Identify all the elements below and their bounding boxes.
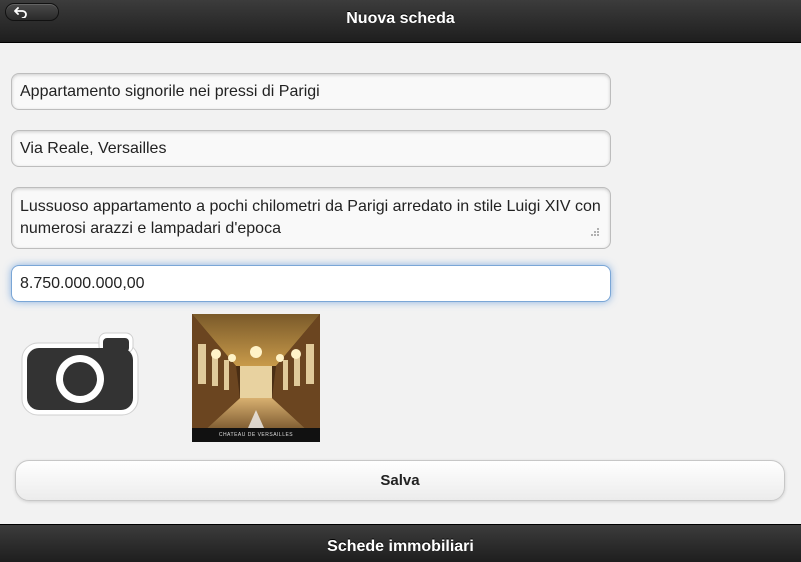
save-button[interactable]: Salva <box>15 460 785 501</box>
photo-caption: CHATEAU DE VERSAILLES <box>192 428 320 442</box>
page-title: Nuova scheda <box>346 10 455 27</box>
camera-icon <box>21 332 139 416</box>
camera-button[interactable] <box>19 330 141 418</box>
footer-bar: Schede immobiliari <box>0 524 801 562</box>
hall-of-mirrors-image <box>192 314 320 442</box>
header-bar: Nuova scheda <box>0 0 801 43</box>
footer-title: Schede immobiliari <box>327 538 474 555</box>
resize-grip-icon[interactable] <box>588 227 600 239</box>
description-textarea[interactable]: Lussuoso appartamento a pochi chilometri… <box>11 187 611 249</box>
property-photo[interactable]: CHATEAU DE VERSAILLES <box>192 314 320 442</box>
title-input[interactable] <box>11 73 611 110</box>
price-input[interactable] <box>11 265 611 302</box>
address-input[interactable] <box>11 130 611 167</box>
